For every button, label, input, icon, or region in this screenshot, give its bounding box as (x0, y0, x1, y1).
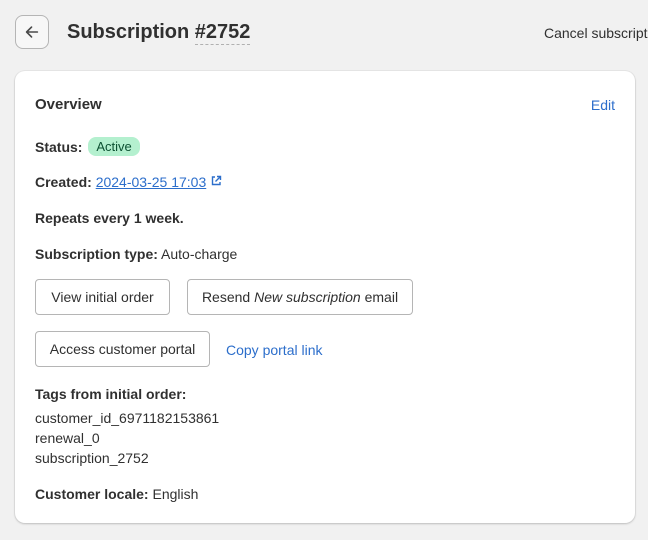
status-badge: Active (88, 137, 140, 156)
type-label: Subscription type: (35, 246, 158, 262)
page-title: Subscription #2752 (67, 21, 251, 45)
external-link-icon[interactable] (210, 175, 222, 187)
repeats-row: Repeats every 1 week. (35, 210, 184, 226)
overview-card: Overview Edit Status: Active Created: 20… (15, 71, 635, 523)
tag-item: subscription_2752 (35, 450, 149, 466)
status-row: Status: Active (35, 137, 140, 156)
view-initial-order-label: View initial order (51, 289, 154, 305)
resend-prefix: Resend (201, 289, 251, 305)
copy-portal-link[interactable]: Copy portal link (226, 342, 323, 358)
resend-email-button[interactable]: Resend New subscription email (187, 279, 413, 315)
locale-label: Customer locale: (35, 486, 149, 502)
locale-value: English (152, 486, 199, 502)
access-customer-portal-button[interactable]: Access customer portal (35, 331, 210, 367)
locale-row: Customer locale: English (35, 486, 198, 502)
arrow-left-icon (25, 26, 39, 38)
created-date-link[interactable]: 2024-03-25 17:03 (96, 174, 207, 190)
resend-suffix: email (364, 289, 399, 305)
cancel-subscription-button[interactable]: Cancel subscription (544, 25, 648, 41)
title-prefix: Subscription (67, 21, 190, 43)
tag-item: renewal_0 (35, 430, 100, 446)
back-button[interactable] (15, 15, 49, 49)
edit-link[interactable]: Edit (591, 97, 615, 113)
card-title: Overview (35, 96, 102, 113)
repeats-text: Repeats every 1 week. (35, 210, 184, 226)
tag-item: customer_id_6971182153861 (35, 410, 220, 426)
status-label: Status: (35, 139, 83, 155)
subscription-number[interactable]: #2752 (194, 21, 251, 45)
type-value: Auto-charge (161, 246, 238, 262)
created-row: Created: 2024-03-25 17:03 (35, 174, 222, 190)
subscription-type-row: Subscription type: Auto-charge (35, 246, 237, 262)
resend-italic: New subscription (254, 289, 361, 305)
tags-row: Tags from initial order: (35, 386, 186, 402)
tags-label: Tags from initial order: (35, 386, 187, 402)
created-label: Created: (35, 174, 92, 190)
page: Subscription #2752 Cancel subscription O… (0, 0, 648, 540)
access-portal-label: Access customer portal (49, 341, 196, 357)
view-initial-order-button[interactable]: View initial order (35, 279, 170, 315)
